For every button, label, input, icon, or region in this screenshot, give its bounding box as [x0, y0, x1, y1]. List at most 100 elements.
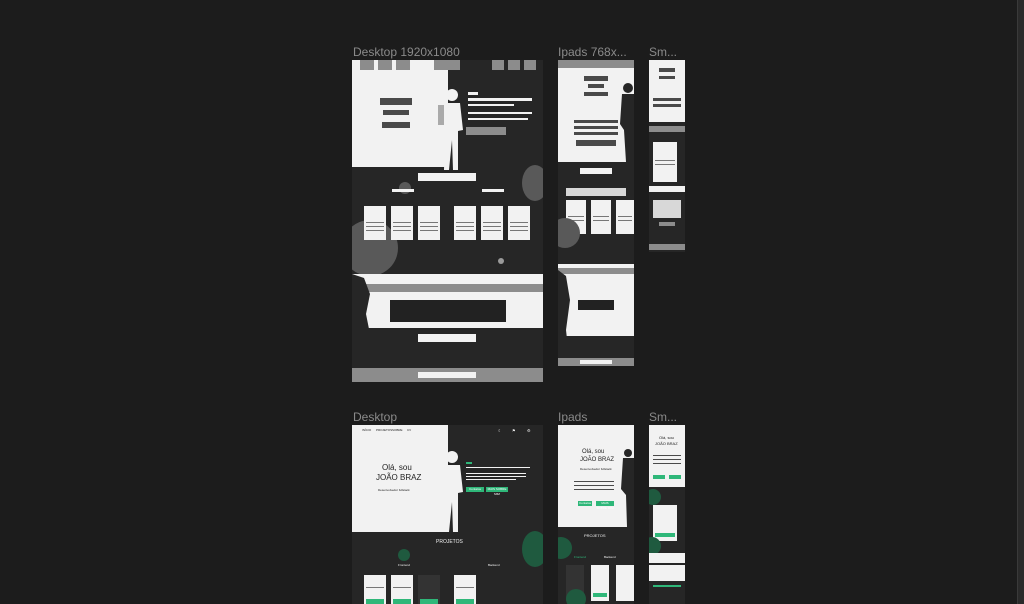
project-card[interactable]: [616, 565, 634, 601]
contact-button-block: [418, 334, 476, 342]
frame-small-wireframe[interactable]: [649, 60, 685, 252]
hero-name: JOÃO BRAZ: [580, 457, 615, 463]
hero-subtitle: Desenvolvedor fullstack: [378, 488, 410, 492]
frame-ipad[interactable]: Olá, sou JOÃO BRAZ Desenvolvedor fullsta…: [558, 425, 634, 604]
project-card[interactable]: [591, 200, 611, 234]
text-line: [468, 118, 528, 120]
hero-greeting: Olá, sou: [582, 449, 605, 455]
frame-label-desktop-wire[interactable]: Desktop 1920x1080: [353, 45, 460, 59]
nav-block: [396, 60, 410, 70]
more-about-me-button[interactable]: MAIS SOBRE MIM: [486, 487, 508, 496]
project-card[interactable]: [418, 206, 440, 240]
logo-block: [434, 60, 460, 70]
footer-link-block: [580, 360, 612, 364]
hero-title-block: [380, 98, 412, 105]
nav-block: [378, 60, 392, 70]
decor-circle: [649, 489, 661, 505]
contact-button-block: [659, 222, 675, 226]
tab-backend[interactable]: Backend: [488, 563, 500, 567]
settings-icon[interactable]: ⚙: [527, 428, 531, 433]
text-line: [574, 489, 614, 490]
about-text-block: [390, 300, 506, 322]
frame-label-ipad-wire[interactable]: Ipads 768x...: [558, 45, 627, 59]
hero-title-block: [659, 68, 675, 72]
nav-item-cv[interactable]: CV: [407, 428, 411, 432]
frame-label-desktop[interactable]: Desktop: [353, 410, 397, 424]
more-about-me-button[interactable]: [669, 475, 681, 479]
frame-label-small[interactable]: Sm...: [649, 410, 677, 424]
project-card[interactable]: [364, 206, 386, 240]
nav-block: [360, 60, 374, 70]
tab-frontend[interactable]: Frontend: [398, 563, 410, 567]
project-card[interactable]: [616, 200, 634, 234]
project-card[interactable]: [591, 565, 609, 601]
text-line: [574, 485, 614, 486]
tab-block: [392, 189, 414, 192]
frame-desktop[interactable]: INÍCIO PROJETOS SOBRE CV Olá, sou JOÃO B…: [352, 425, 543, 604]
hero-subtitle: Desenvolvedor fullstack: [580, 467, 612, 471]
project-card[interactable]: [418, 575, 440, 604]
contatos-button[interactable]: [653, 475, 665, 479]
frame-label-small-wire[interactable]: Sm...: [649, 45, 677, 59]
section-bar: [649, 186, 685, 192]
nav-item-inicio[interactable]: INÍCIO: [362, 428, 371, 432]
more-about-me-button[interactable]: MAIS SOBRE MIM: [596, 501, 614, 510]
theme-icon[interactable]: ☾: [498, 428, 502, 433]
decor-circle: [398, 549, 410, 561]
tab-frontend[interactable]: Frontend: [574, 555, 586, 559]
hero-name: JOÃO BRAZ: [376, 473, 422, 482]
projects-title: PROJETOS: [436, 539, 463, 545]
text-line: [574, 120, 618, 123]
project-card[interactable]: [454, 575, 476, 604]
person-silhouette: [438, 89, 463, 170]
text-line: [574, 132, 618, 135]
project-card[interactable]: [391, 575, 413, 604]
hero-title-block: [588, 84, 604, 88]
project-card[interactable]: [364, 575, 386, 604]
hero-title-block: [659, 76, 675, 79]
about-text-block: [649, 565, 685, 581]
about-text-block: [578, 300, 614, 310]
nav-item-sobre[interactable]: SOBRE: [392, 428, 403, 432]
decor-circle: [522, 531, 543, 567]
footer-link-block: [418, 372, 476, 378]
accent-line: [653, 585, 681, 587]
project-card[interactable]: [653, 142, 677, 182]
text-line: [653, 98, 681, 101]
contatos-button[interactable]: Contatos: [466, 487, 484, 492]
cta-button-block: [466, 127, 506, 135]
projects-title: PROJETOS: [584, 533, 606, 538]
decor-circle: [566, 589, 586, 604]
contatos-button[interactable]: Contatos: [578, 501, 592, 506]
hero-subtitle-block: [382, 122, 410, 128]
project-card[interactable]: [508, 206, 530, 240]
project-card[interactable]: [481, 206, 503, 240]
text-line: [574, 126, 618, 129]
accent-line: [466, 462, 472, 464]
tab-backend[interactable]: Backend: [604, 555, 616, 559]
canvas-scrollbar[interactable]: [1017, 0, 1024, 604]
text-line: [574, 481, 614, 482]
frame-label-ipad[interactable]: Ipads: [558, 410, 587, 424]
text-line: [653, 463, 681, 464]
frame-ipad-wireframe[interactable]: [558, 60, 634, 366]
nav-item-projetos[interactable]: PROJETOS: [376, 428, 392, 432]
project-card[interactable]: [391, 206, 413, 240]
person-silhouette: [620, 83, 634, 162]
text-line: [653, 104, 681, 107]
icon-block: [524, 60, 536, 70]
decor-circle: [498, 258, 504, 264]
frame-desktop-wireframe[interactable]: [352, 60, 543, 382]
text-line: [653, 459, 681, 460]
icon-block: [492, 60, 504, 70]
project-card[interactable]: [653, 505, 677, 541]
language-icon[interactable]: ⚑: [512, 428, 516, 433]
text-line: [466, 479, 516, 480]
decor-circle: [399, 182, 411, 194]
tab-block: [482, 189, 504, 192]
frame-small[interactable]: Olá, sou JOÃO BRAZ: [649, 425, 685, 604]
project-card[interactable]: [454, 206, 476, 240]
person-silhouette: [352, 274, 372, 382]
text-line: [468, 92, 478, 95]
hero-title-block: [584, 76, 608, 81]
